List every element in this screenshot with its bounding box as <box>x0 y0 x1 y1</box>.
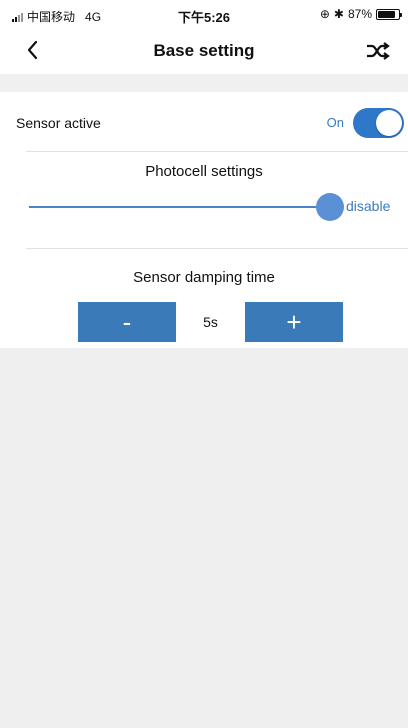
divider <box>26 248 408 249</box>
photocell-slider-track[interactable] <box>29 206 329 208</box>
decrease-button[interactable]: - <box>78 302 176 342</box>
damping-title: Sensor damping time <box>133 269 275 286</box>
empty-content-area <box>0 348 408 728</box>
battery-percent: 87% <box>347 7 372 21</box>
sensor-active-label: Sensor active <box>16 115 101 131</box>
status-right: ⊕ ✱ 87% <box>319 7 402 21</box>
page-title: Base setting <box>153 41 255 60</box>
lock-rotation-icon: ⊕ <box>319 7 330 21</box>
toggle-knob <box>376 110 402 136</box>
photocell-title: Photocell settings <box>145 163 263 180</box>
divider <box>26 151 408 152</box>
photocell-slider-thumb[interactable] <box>316 193 344 221</box>
section-spacer <box>0 74 408 92</box>
shuffle-icon[interactable] <box>364 38 392 64</box>
bluetooth-icon: ✱ <box>333 7 344 21</box>
sensor-active-row: Sensor active On <box>0 95 408 150</box>
damping-value: 5s <box>203 314 218 330</box>
status-bar: 中国移动 4G 下午5:26 ⊕ ✱ 87% <box>0 0 408 28</box>
navigation-bar: Base setting <box>0 28 408 74</box>
increase-button[interactable]: + <box>245 302 343 342</box>
toggle-state-label: On <box>326 115 344 130</box>
sensor-active-toggle[interactable] <box>353 108 404 138</box>
battery-icon <box>376 8 402 20</box>
photocell-value: disable <box>346 198 391 214</box>
